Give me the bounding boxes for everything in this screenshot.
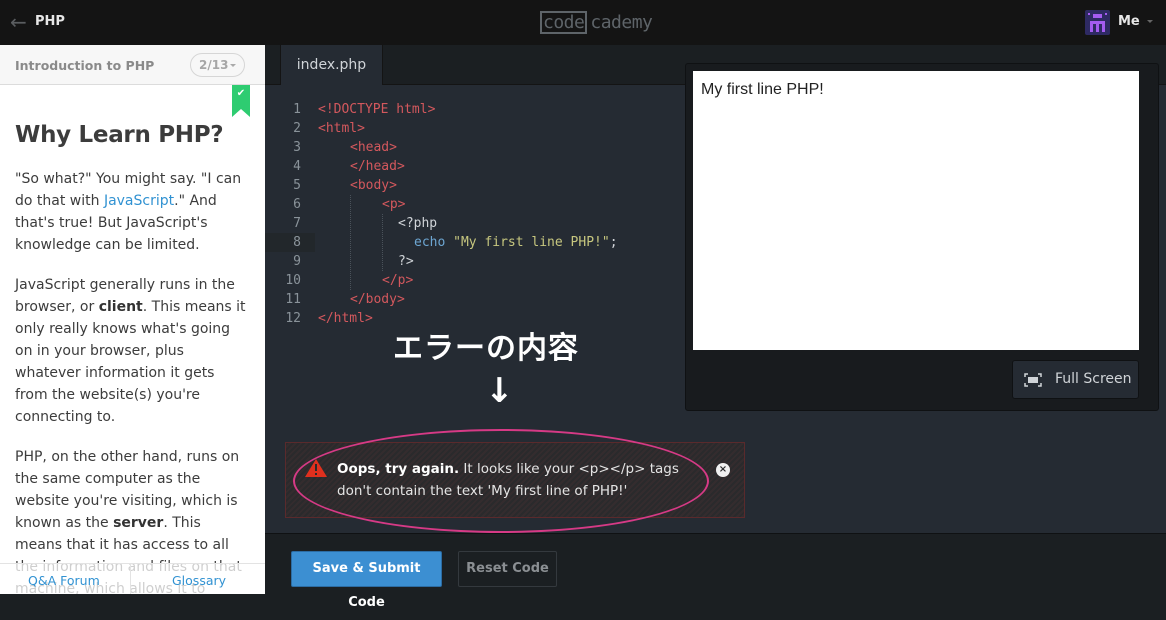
exercise-pager[interactable]: 2/13 — [190, 53, 245, 77]
lesson-paragraph: "So what?" You might say. "I can do that… — [15, 168, 250, 256]
full-screen-button[interactable]: Full Screen — [1012, 360, 1139, 399]
code-line: <?php — [398, 216, 438, 231]
code-line: echo "My first line PHP!"; — [414, 233, 618, 252]
lesson-paragraph: JavaScript generally runs in the browser… — [15, 274, 250, 428]
full-screen-label: Full Screen — [1055, 371, 1132, 387]
lesson-footer: Q&A Forum Glossary — [0, 563, 265, 594]
lesson-heading: Why Learn PHP? — [15, 122, 224, 148]
annotation-arrow-icon: ↓ — [485, 371, 514, 411]
lesson-header: Introduction to PHP 2/13 — [0, 45, 265, 85]
error-text: Oops, try again. It looks like your <p><… — [337, 458, 687, 502]
codecademy-logo[interactable]: code cademy — [540, 10, 653, 34]
line-number: 3 — [293, 140, 301, 155]
javascript-link[interactable]: JavaScript — [104, 193, 174, 209]
annotation-label: エラーの内容 — [393, 331, 579, 366]
line-number: 12 — [285, 311, 301, 326]
code-line: ?> — [398, 254, 414, 269]
close-icon[interactable]: × — [716, 463, 730, 477]
code-line: </html> — [318, 311, 373, 326]
preview-panel: My first line PHP! Full Screen — [685, 63, 1159, 411]
avatar[interactable] — [1085, 10, 1110, 35]
glossary-link[interactable]: Glossary — [172, 573, 226, 588]
line-number: 8 — [293, 235, 301, 250]
completed-bookmark-icon: ✔ — [232, 85, 250, 117]
preview-output-frame: My first line PHP! — [693, 71, 1139, 350]
code-line: <body> — [350, 178, 397, 193]
code-line: <html> — [318, 121, 365, 136]
semicolon: ; — [609, 235, 618, 250]
logo-boxed-text: code — [540, 10, 588, 34]
back-arrow-icon[interactable]: ← — [10, 12, 28, 32]
text: . This means it only really knows what's… — [15, 299, 246, 425]
user-menu-label[interactable]: Me — [1118, 14, 1140, 29]
tab-index-php[interactable]: index.php — [280, 45, 383, 85]
code-editor[interactable]: 1 <!DOCTYPE html> 2 <html> 3 <head> 4 </head… — [265, 100, 685, 328]
code-line: <!DOCTYPE html> — [318, 102, 436, 117]
preview-output-text: My first line PHP! — [701, 81, 824, 98]
reset-code-button[interactable]: Reset Code — [458, 551, 557, 587]
line-number: 10 — [285, 273, 301, 288]
line-number: 1 — [293, 102, 301, 117]
code-line: </body> — [350, 292, 405, 307]
qa-forum-link[interactable]: Q&A Forum — [28, 573, 100, 588]
code-line: </p> — [382, 273, 414, 288]
line-number: 9 — [293, 254, 301, 269]
code-line: </head> — [350, 159, 405, 174]
logo-rest-text: cademy — [590, 11, 653, 33]
action-bar: Save & Submit Code Reset Code — [265, 533, 1166, 610]
top-bar: ← PHP code cademy Me — [0, 0, 1166, 45]
divider — [130, 564, 131, 594]
string-literal: "My first line PHP!" — [453, 235, 610, 250]
chevron-down-icon — [230, 64, 236, 67]
fullscreen-icon — [1024, 373, 1042, 387]
error-message-box: Oops, try again. It looks like your <p><… — [285, 442, 745, 518]
section-title: Introduction to PHP — [15, 58, 155, 73]
server-term: server — [113, 515, 164, 531]
line-number: 4 — [293, 159, 301, 174]
line-number: 6 — [293, 197, 301, 212]
line-number: 11 — [285, 292, 301, 307]
error-title: Oops, try again. — [337, 461, 460, 477]
warning-icon — [305, 459, 327, 477]
pager-label: 2/13 — [199, 58, 229, 72]
line-number: 2 — [293, 121, 301, 136]
line-number: 7 — [293, 216, 301, 231]
course-title[interactable]: PHP — [35, 14, 65, 29]
line-number: 5 — [293, 178, 301, 193]
checkmark-icon: ✔ — [236, 88, 246, 99]
save-submit-button[interactable]: Save & Submit Code — [291, 551, 442, 610]
code-line: <head> — [350, 140, 397, 155]
lesson-panel: Introduction to PHP 2/13 ✔ Why Learn PHP… — [0, 45, 265, 594]
chevron-down-icon[interactable] — [1147, 20, 1153, 23]
workspace: index.php 1 <!DOCTYPE html> 2 <html> 3 <hea… — [265, 45, 1166, 610]
lesson-content: Why Learn PHP? "So what?" You might say.… — [15, 120, 250, 594]
echo-keyword: echo — [414, 235, 446, 250]
code-line: <p> — [382, 197, 406, 212]
client-term: client — [98, 299, 143, 315]
